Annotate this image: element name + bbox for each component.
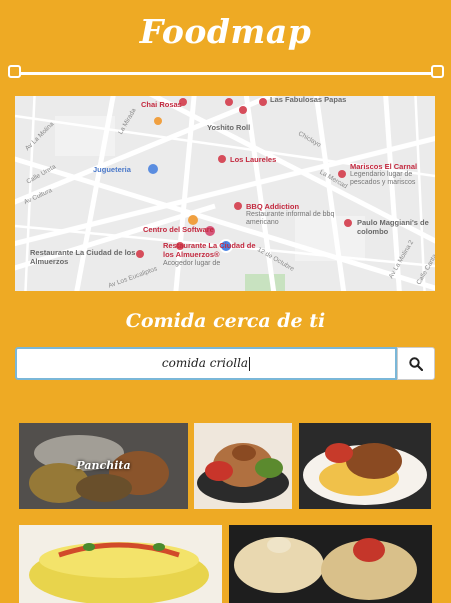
result-card[interactable]: Panchita <box>19 423 188 509</box>
map-place-desc: Acogedor lugar de <box>163 260 221 267</box>
map-place-label[interactable]: Jugueteria <box>93 165 131 174</box>
food-image <box>19 525 222 603</box>
slider-track[interactable] <box>18 72 434 75</box>
app-title: Foodmap <box>139 12 312 51</box>
result-card[interactable] <box>194 423 292 509</box>
map-place-desc: Restaurante informal de bbq americano <box>246 211 335 226</box>
search-input-value: comida criolla <box>161 356 249 370</box>
text-caret <box>249 356 251 371</box>
slider-handle-min[interactable] <box>8 65 21 78</box>
map-place-label[interactable]: Restaurante La Ciudad de los Almuerzos® <box>163 241 263 259</box>
map-place-label[interactable]: Centro del Software <box>143 225 214 234</box>
result-card[interactable] <box>299 423 431 509</box>
section-title: Comida cerca de ti <box>125 310 326 332</box>
range-slider[interactable] <box>8 63 444 83</box>
food-image <box>299 423 431 509</box>
slider-handle-max[interactable] <box>431 65 444 78</box>
search-input[interactable]: comida criolla <box>15 347 397 380</box>
map-place-desc: Legendario lugar de pescados y mariscos <box>350 171 416 186</box>
map-place-label[interactable]: BBQ Addiction <box>246 202 299 211</box>
map-place-label[interactable]: Chai Rosas <box>141 100 182 109</box>
result-card[interactable] <box>19 525 222 603</box>
food-image <box>229 525 432 603</box>
map-place-label[interactable]: Mariscos El Carnal <box>350 162 417 171</box>
map-place-label[interactable]: Restaurante La Ciudad de los Almuerzos <box>30 248 145 266</box>
map-place-label[interactable]: Paulo Maggiani's de colombo <box>357 218 435 236</box>
result-card-caption: Panchita <box>76 459 131 472</box>
map-place-label[interactable]: Las Fabulosas Papas <box>270 96 346 104</box>
search-button[interactable] <box>397 347 435 380</box>
food-image <box>194 423 292 509</box>
search-icon <box>409 356 423 371</box>
map-place-label[interactable]: Yoshito Roll <box>207 123 250 132</box>
map-view[interactable]: Chai Rosas Las Fabulosas Papas Yoshito R… <box>15 96 435 291</box>
result-card[interactable] <box>229 525 432 603</box>
map-place-label[interactable]: Los Laureles <box>230 155 276 164</box>
